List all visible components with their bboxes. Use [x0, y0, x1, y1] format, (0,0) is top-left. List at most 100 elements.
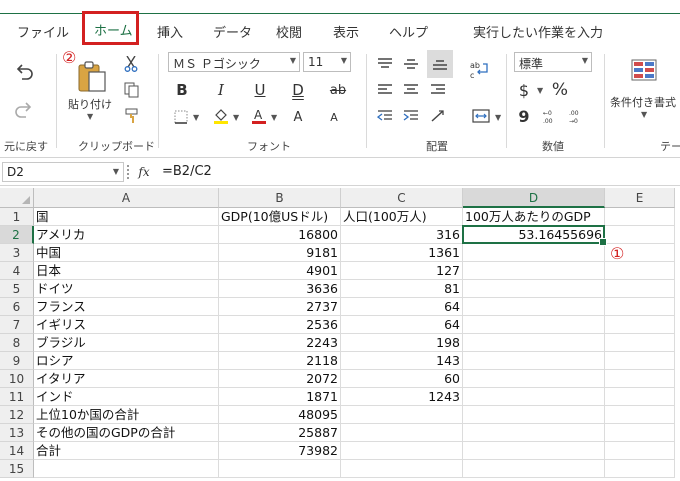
formula-bar-grip[interactable]	[127, 165, 129, 179]
number-format-combo[interactable]: 標準 ▼	[514, 52, 592, 72]
increase-decimal-icon[interactable]: ←0.00	[540, 106, 562, 126]
text-orientation-icon[interactable]	[427, 106, 449, 126]
decrease-font-size-button[interactable]: A	[324, 108, 344, 126]
cell-e13[interactable]	[605, 424, 675, 442]
cell-b8[interactable]: 2243	[219, 334, 341, 352]
align-center-icon[interactable]	[400, 80, 422, 100]
fill-color-icon[interactable]	[211, 106, 231, 126]
cell-a8[interactable]: ブラジル	[34, 334, 219, 352]
align-middle-icon[interactable]	[400, 54, 422, 74]
cell-b15[interactable]	[219, 460, 341, 478]
row-header[interactable]: 6	[0, 298, 34, 316]
cell-d8[interactable]	[463, 334, 605, 352]
cell-e15[interactable]	[605, 460, 675, 478]
row-header[interactable]: 3	[0, 244, 34, 262]
cell-c14[interactable]	[341, 442, 463, 460]
insert-function-icon[interactable]: fx	[133, 161, 155, 183]
align-left-icon[interactable]	[374, 80, 396, 100]
strikethrough-button[interactable]: ab	[328, 80, 348, 100]
currency-format-button[interactable]: $	[514, 80, 534, 100]
cell-c5[interactable]: 81	[341, 280, 463, 298]
row-header[interactable]: 2	[0, 226, 34, 244]
cell-c13[interactable]	[341, 424, 463, 442]
row-header[interactable]: 5	[0, 280, 34, 298]
cell-d3[interactable]	[463, 244, 605, 262]
name-box[interactable]: D2 ▼	[2, 162, 124, 182]
undo-icon[interactable]	[12, 60, 36, 84]
decrease-indent-icon[interactable]	[374, 106, 396, 126]
underline-button[interactable]: U	[250, 80, 270, 100]
cell-a6[interactable]: フランス	[34, 298, 219, 316]
cell-d4[interactable]	[463, 262, 605, 280]
formula-input[interactable]: =B2/C2	[162, 164, 212, 179]
fill-color-dropdown-icon[interactable]: ▼	[233, 113, 239, 122]
cell-b6[interactable]: 2737	[219, 298, 341, 316]
cell-e7[interactable]	[605, 316, 675, 334]
cell-b1[interactable]: GDP(10億USドル)	[219, 208, 341, 226]
cell-d7[interactable]	[463, 316, 605, 334]
italic-button[interactable]: I	[211, 80, 231, 100]
tab-help[interactable]: ヘルプ	[389, 22, 428, 41]
cell-a15[interactable]	[34, 460, 219, 478]
cell-a11[interactable]: インド	[34, 388, 219, 406]
cell-b3[interactable]: 9181	[219, 244, 341, 262]
conditional-formatting-icon[interactable]	[629, 56, 659, 86]
cell-e4[interactable]	[605, 262, 675, 280]
font-name-combo[interactable]: ＭＳ Ｐゴシック ▼	[168, 52, 300, 72]
redo-icon[interactable]	[12, 98, 36, 122]
tab-review[interactable]: 校閲	[276, 22, 302, 41]
borders-dropdown-icon[interactable]: ▼	[193, 113, 199, 122]
cell-d9[interactable]	[463, 352, 605, 370]
cell-e11[interactable]	[605, 388, 675, 406]
cell-e8[interactable]	[605, 334, 675, 352]
row-header[interactable]: 11	[0, 388, 34, 406]
tab-view[interactable]: 表示	[333, 22, 359, 41]
double-underline-button[interactable]: D	[288, 80, 308, 100]
copy-icon[interactable]	[121, 80, 141, 100]
cell-b7[interactable]: 2536	[219, 316, 341, 334]
tab-data[interactable]: データ	[213, 22, 252, 41]
format-painter-icon[interactable]	[121, 106, 141, 126]
borders-icon[interactable]	[172, 108, 190, 126]
align-right-icon[interactable]	[427, 80, 449, 100]
row-header[interactable]: 15	[0, 460, 34, 478]
cell-d10[interactable]	[463, 370, 605, 388]
cell-d14[interactable]	[463, 442, 605, 460]
decrease-decimal-icon[interactable]: .00 →0	[566, 106, 588, 126]
column-header-a[interactable]: A	[34, 188, 219, 208]
cell-d13[interactable]	[463, 424, 605, 442]
column-header-b[interactable]: B	[219, 188, 341, 208]
cell-d15[interactable]	[463, 460, 605, 478]
row-header[interactable]: 7	[0, 316, 34, 334]
wrap-text-icon[interactable]: ab c	[468, 58, 492, 82]
column-header-e[interactable]: E	[605, 188, 675, 208]
paste-icon[interactable]	[74, 58, 110, 94]
cell-e12[interactable]	[605, 406, 675, 424]
tab-home[interactable]: ホーム	[94, 20, 133, 39]
cell-a2[interactable]: アメリカ	[34, 226, 219, 244]
cell-e14[interactable]	[605, 442, 675, 460]
cell-e1[interactable]	[605, 208, 675, 226]
cell-c9[interactable]: 143	[341, 352, 463, 370]
tab-insert[interactable]: 挿入	[157, 22, 183, 41]
paste-button-label[interactable]: 貼り付け	[68, 96, 112, 112]
cell-c8[interactable]: 198	[341, 334, 463, 352]
column-header-d[interactable]: D	[463, 188, 605, 208]
tell-me-search[interactable]: 実行したい作業を入力	[473, 22, 603, 41]
cell-a12[interactable]: 上位10か国の合計	[34, 406, 219, 424]
comma-style-button[interactable]: 9	[514, 106, 534, 126]
row-header[interactable]: 14	[0, 442, 34, 460]
cell-c3[interactable]: 1361	[341, 244, 463, 262]
row-header[interactable]: 10	[0, 370, 34, 388]
row-header[interactable]: 12	[0, 406, 34, 424]
cut-icon[interactable]	[121, 54, 141, 74]
cell-e5[interactable]	[605, 280, 675, 298]
row-header[interactable]: 4	[0, 262, 34, 280]
tab-file[interactable]: ファイル	[17, 22, 69, 41]
cell-e2[interactable]	[605, 226, 675, 244]
cell-a9[interactable]: ロシア	[34, 352, 219, 370]
font-size-combo[interactable]: 11 ▼	[303, 52, 351, 72]
cell-b13[interactable]: 25887	[219, 424, 341, 442]
percent-format-button[interactable]: %	[549, 80, 571, 100]
currency-dropdown-icon[interactable]: ▼	[537, 86, 543, 95]
